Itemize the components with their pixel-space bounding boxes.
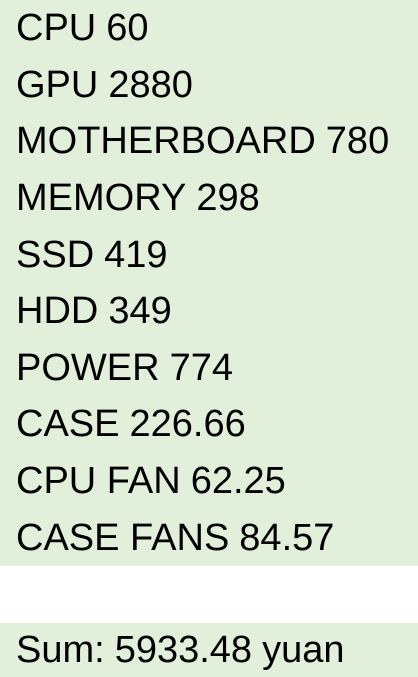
item-price: 2880 bbox=[108, 63, 193, 106]
list-item-cpu[interactable]: CPU 60 bbox=[0, 0, 418, 57]
item-price: 780 bbox=[325, 120, 390, 163]
sum-label: Sum: bbox=[16, 629, 105, 671]
sum-value: 5933.48 bbox=[114, 629, 253, 671]
list-item-motherboard[interactable]: MOTHERBOARD 780 bbox=[0, 113, 418, 170]
item-name: POWER bbox=[16, 346, 160, 389]
list-item-ssd[interactable]: SSD 419 bbox=[0, 226, 418, 283]
item-name: CASE FANS bbox=[16, 516, 230, 559]
list-item-gpu[interactable]: GPU 2880 bbox=[0, 57, 418, 114]
item-name: CPU bbox=[16, 7, 97, 50]
item-name: MEMORY bbox=[16, 177, 187, 220]
sum-row: Sum: 5933.48 yuan bbox=[0, 623, 418, 677]
component-price-list: CPU 60 GPU 2880 MOTHERBOARD 780 MEMORY 2… bbox=[0, 0, 418, 566]
list-item-cpu-fan[interactable]: CPU FAN 62.25 bbox=[0, 453, 418, 510]
sum-unit: yuan bbox=[262, 629, 345, 671]
list-item-case[interactable]: CASE 226.66 bbox=[0, 396, 418, 453]
item-price: 298 bbox=[196, 177, 260, 220]
item-name: GPU bbox=[16, 63, 99, 106]
item-price: 774 bbox=[169, 346, 233, 389]
list-item-case-fans[interactable]: CASE FANS 84.57 bbox=[0, 509, 418, 566]
item-price: 84.57 bbox=[239, 516, 335, 559]
sum-cell[interactable]: Sum: 5933.48 yuan bbox=[0, 623, 418, 677]
list-item-power[interactable]: POWER 774 bbox=[0, 340, 418, 397]
spreadsheet-view: CPU 60 GPU 2880 MOTHERBOARD 780 MEMORY 2… bbox=[0, 0, 418, 677]
item-name: MOTHERBOARD bbox=[16, 120, 316, 163]
item-name: SSD bbox=[16, 233, 95, 276]
item-price: 226.66 bbox=[129, 403, 246, 446]
item-name: CASE bbox=[16, 403, 120, 446]
list-item-hdd[interactable]: HDD 349 bbox=[0, 283, 418, 340]
item-price: 419 bbox=[104, 233, 168, 276]
item-name: HDD bbox=[16, 290, 99, 333]
list-item-memory[interactable]: MEMORY 298 bbox=[0, 170, 418, 227]
item-price: 62.25 bbox=[190, 460, 286, 503]
item-price: 349 bbox=[108, 290, 172, 333]
item-name: CPU FAN bbox=[16, 460, 181, 503]
item-price: 60 bbox=[106, 7, 149, 50]
